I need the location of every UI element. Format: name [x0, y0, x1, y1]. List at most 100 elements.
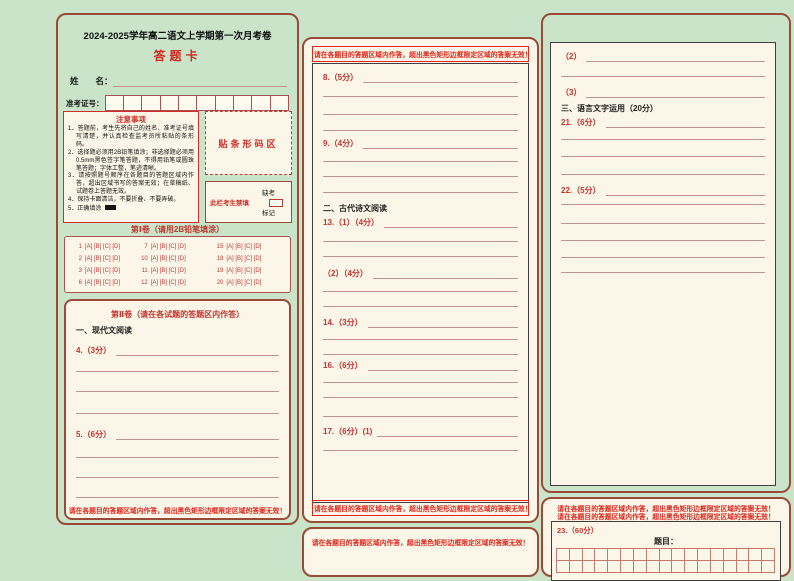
answer-line[interactable] [76, 477, 279, 478]
answer-line[interactable] [323, 397, 518, 398]
answer-line[interactable] [605, 119, 765, 128]
answer-line[interactable] [323, 256, 518, 257]
question-number: 20 [216, 280, 224, 286]
answer-line[interactable] [323, 192, 518, 193]
answer-line[interactable] [323, 306, 518, 307]
answer-line[interactable] [561, 240, 765, 241]
answer-line[interactable] [323, 130, 518, 131]
answer-line[interactable] [561, 272, 765, 273]
essay-panel: 请在各题目的答题区域内作答，超出黑色矩形边框限定区域的答案无效！ 请在各题目的答… [541, 497, 791, 581]
question-22-row: 22.（5分） [561, 185, 765, 196]
exam-number-cell[interactable] [196, 95, 216, 111]
exam-number-cell[interactable] [177, 95, 198, 111]
option-bubbles[interactable]: [A] [B] [C] [D] [226, 244, 261, 250]
option-bubbles[interactable]: [A] [B] [C] [D] [226, 268, 261, 274]
bottom-middle-panel: 请在各题目的答题区域内作答，超出黑色矩形边框限定区域的答案无效！ [302, 527, 539, 577]
bubble-row[interactable]: 12 [A] [B] [C] [D] [137, 277, 213, 289]
answer-line[interactable] [323, 161, 518, 162]
exam-number-cell[interactable] [141, 95, 161, 111]
name-input-line[interactable] [112, 78, 287, 87]
notice-item: 4．保持卡面清洁，不要折叠、不要弄破。 [68, 197, 180, 204]
exam-number-cell[interactable] [104, 95, 124, 111]
option-bubbles[interactable]: [A] [B] [C] [D] [85, 256, 120, 262]
option-bubbles[interactable]: [A] [B] [C] [D] [85, 280, 120, 286]
answer-line[interactable] [323, 450, 518, 451]
question-16-row: 16.（6分） [323, 360, 518, 371]
answer-line[interactable] [586, 53, 765, 62]
bubble-row[interactable]: 3 [A] [B] [C] [D] [71, 265, 137, 277]
forbidden-note: 此栏考生禁填 [210, 200, 249, 207]
exam-number-cell[interactable] [269, 95, 289, 111]
question-17-label: 17.（6分）(1) [323, 427, 373, 436]
answer-line[interactable] [377, 428, 518, 437]
answer-line[interactable] [605, 187, 765, 196]
question-23-label: 23.（60分） [557, 526, 599, 535]
answer-line[interactable] [323, 96, 518, 97]
bubble-row[interactable]: 1 [A] [B] [C] [D] [71, 241, 137, 253]
bubble-row[interactable]: 15 [A] [B] [C] [D] [212, 241, 288, 253]
bubble-row[interactable]: 7 [A] [B] [C] [D] [137, 241, 213, 253]
option-bubbles[interactable]: [A] [B] [C] [D] [226, 256, 261, 262]
answer-line[interactable] [586, 89, 765, 98]
option-bubbles[interactable]: [A] [B] [C] [D] [151, 244, 186, 250]
answer-line[interactable] [116, 347, 279, 356]
absent-checkbox[interactable] [269, 199, 283, 207]
answer-line[interactable] [561, 257, 765, 258]
answer-line[interactable] [561, 139, 765, 140]
option-bubbles[interactable]: [A] [B] [C] [D] [151, 256, 186, 262]
exam-number-cell[interactable] [232, 95, 253, 111]
answer-line[interactable] [323, 241, 518, 242]
bubble-row[interactable]: 10 [A] [B] [C] [D] [137, 253, 213, 265]
answer-line[interactable] [323, 339, 518, 340]
answer-line[interactable] [561, 204, 765, 205]
option-bubbles[interactable]: [A] [B] [C] [D] [151, 280, 186, 286]
answer-line[interactable] [363, 140, 518, 149]
answer-line[interactable] [561, 76, 765, 77]
question-number: 15 [216, 244, 224, 250]
answer-line[interactable] [323, 382, 518, 383]
answer-line[interactable] [76, 413, 279, 414]
bubble-row[interactable]: 11 [A] [B] [C] [D] [137, 265, 213, 277]
option-bubbles[interactable]: [A] [B] [C] [D] [151, 268, 186, 274]
question-number: 10 [141, 256, 148, 262]
answer-line[interactable] [76, 371, 279, 372]
exam-number-cell[interactable] [159, 95, 179, 111]
answer-line[interactable] [323, 114, 518, 115]
left-column-panel: 2024-2025学年高二语文上学期第一次月考卷 答题卡 姓 名： 准考证号： … [56, 13, 299, 525]
option-bubbles[interactable]: [A] [B] [C] [D] [85, 268, 120, 274]
part1-title: 第Ⅰ卷（请用2B铅笔填涂） [130, 225, 225, 234]
notice-item: 2．选择题必须用2B铅笔填涂；非选择题必须用0.5mm黑色签字笔答题，不得用铅笔… [68, 149, 194, 172]
answer-line[interactable] [372, 270, 518, 279]
answer-line[interactable] [323, 416, 518, 417]
bubble-row[interactable]: 19 [A] [B] [C] [D] [212, 265, 288, 277]
question-14-row: 14.（3分） [323, 317, 518, 328]
exam-number-cell[interactable] [251, 95, 271, 111]
answer-line[interactable] [323, 176, 518, 177]
answer-line[interactable] [76, 391, 279, 392]
answer-line[interactable] [76, 457, 279, 458]
answer-line[interactable] [323, 291, 518, 292]
answer-line[interactable] [561, 223, 765, 224]
answer-line[interactable] [561, 174, 765, 175]
middle-column-panel: 请在各题目的答题区域内作答，超出黑色矩形边框限定区域的答案无效！ 8.（5分） … [302, 37, 539, 523]
bubble-row[interactable]: 18 [A] [B] [C] [D] [212, 253, 288, 265]
option-bubbles[interactable]: [A] [B] [C] [D] [85, 244, 120, 250]
answer-line[interactable] [76, 497, 279, 498]
question-13-1-label: 13.（1）（4分） [323, 218, 380, 227]
question-16-label: 16.（6分） [323, 361, 363, 370]
answer-line[interactable] [323, 354, 518, 355]
exam-number-cell[interactable] [214, 95, 234, 111]
answer-line[interactable] [561, 156, 765, 157]
answer-line[interactable] [367, 319, 518, 328]
exam-number-cell[interactable] [122, 95, 143, 111]
bubble-column-3: 15 [A] [B] [C] [D] 18 [A] [B] [C] [D] 19 [A] … [212, 241, 288, 290]
bubble-row[interactable]: 6 [A] [B] [C] [D] [71, 277, 137, 289]
bubble-row[interactable]: 2 [A] [B] [C] [D] [71, 253, 137, 265]
option-bubbles[interactable]: [A] [B] [C] [D] [226, 280, 261, 286]
answer-line[interactable] [367, 362, 518, 371]
answer-line[interactable] [363, 74, 518, 83]
answer-line[interactable] [116, 431, 279, 440]
warning-text: 请在各题目的答题区域内作答，超出黑色矩形边框限定区域的答案无效！ [312, 46, 532, 62]
bubble-row[interactable]: 20 [A] [B] [C] [D] [212, 277, 288, 289]
answer-line[interactable] [384, 219, 518, 228]
